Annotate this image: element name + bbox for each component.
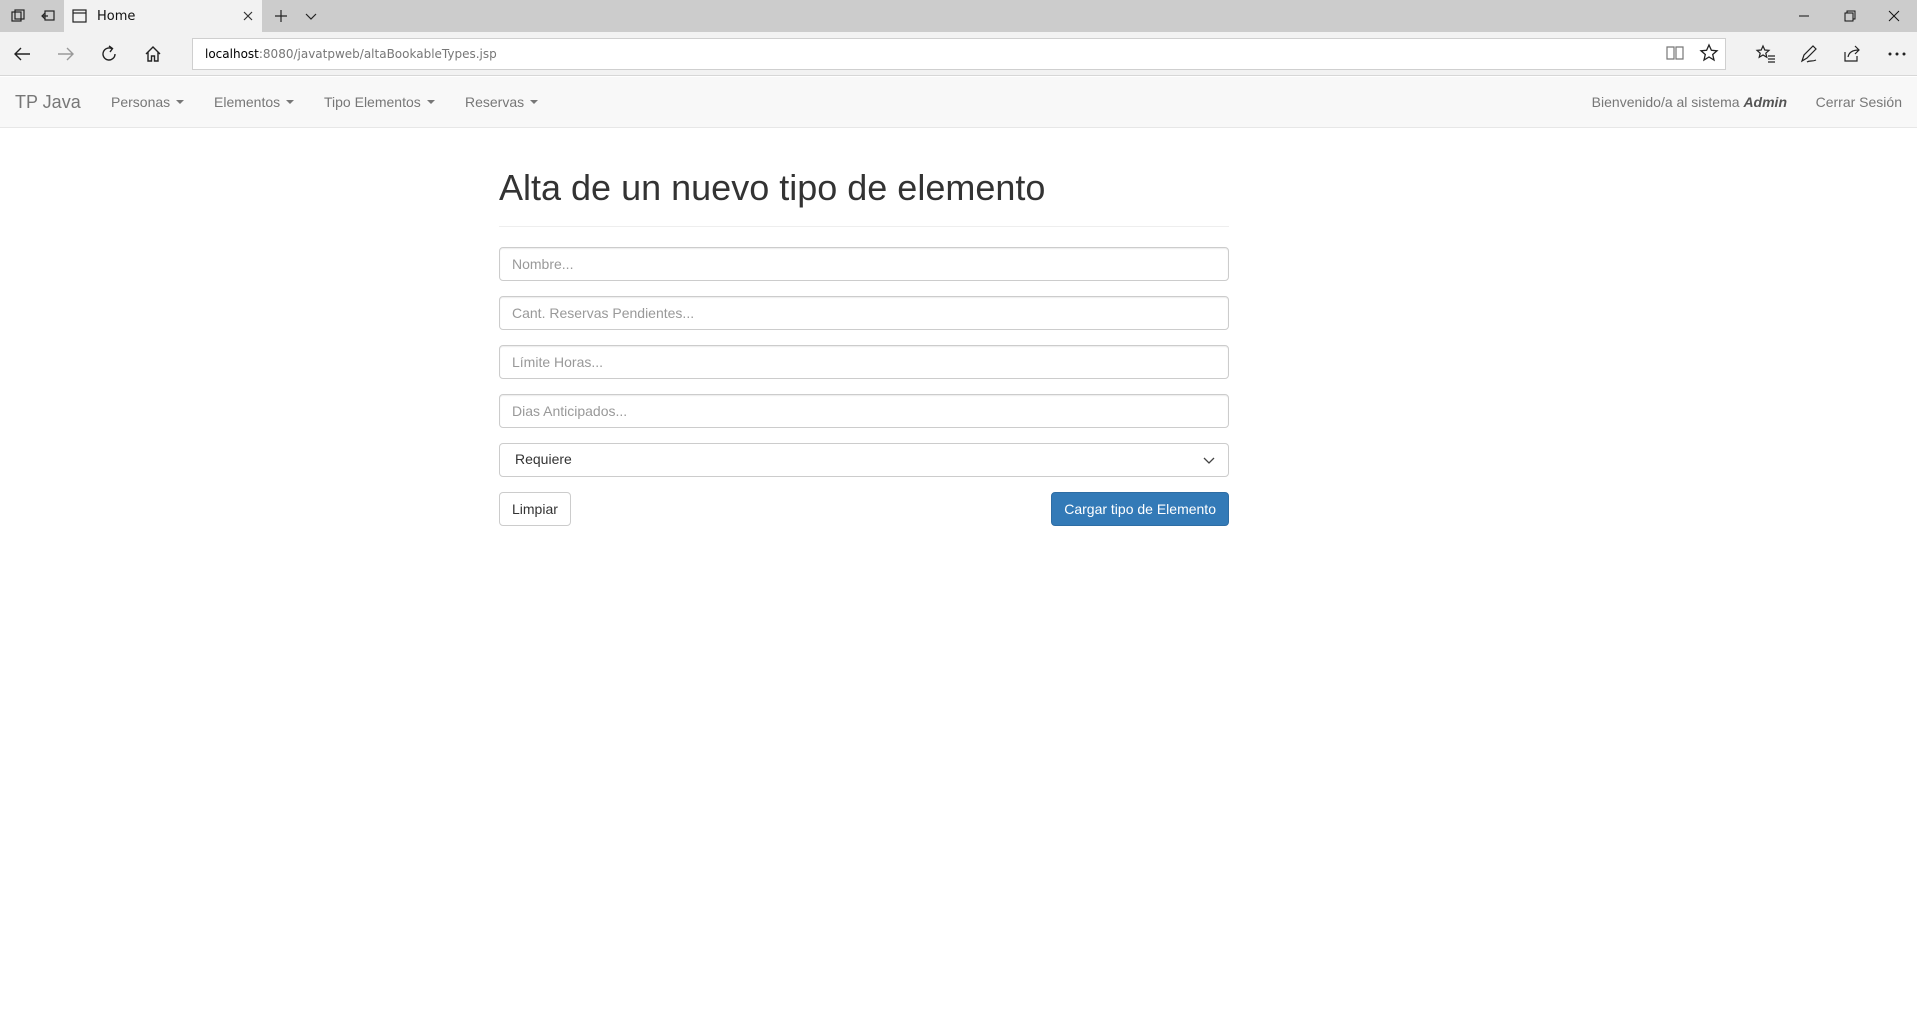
page-icon bbox=[72, 9, 87, 23]
nav-item-label: Elementos bbox=[214, 94, 281, 110]
new-tab-icon[interactable] bbox=[270, 0, 292, 32]
close-tab-icon[interactable] bbox=[240, 8, 256, 24]
nav-reservas-dropdown[interactable]: Reservas bbox=[465, 94, 539, 110]
nav-item-label: Reservas bbox=[465, 94, 525, 110]
bookable-type-form: Requiere Limpiar Cargar tipo de Elemento bbox=[499, 246, 1229, 526]
set-aside-tabs-icon[interactable] bbox=[34, 0, 62, 32]
nav-item-label: Personas bbox=[111, 94, 171, 110]
cant-reservas-pendientes-input[interactable] bbox=[499, 295, 1229, 330]
logout-link[interactable]: Cerrar Sesión bbox=[1816, 94, 1902, 110]
restore-icon[interactable] bbox=[1827, 0, 1873, 32]
page-title: Alta de un nuevo tipo de elemento bbox=[499, 168, 1229, 227]
home-icon[interactable] bbox=[137, 38, 169, 70]
submit-button[interactable]: Cargar tipo de Elemento bbox=[1051, 491, 1229, 526]
select-value: Requiere bbox=[515, 450, 572, 467]
caret-down-icon bbox=[530, 100, 539, 104]
minimize-icon[interactable] bbox=[1781, 0, 1827, 32]
reading-view-icon[interactable] bbox=[1665, 43, 1685, 66]
nav-personas-dropdown[interactable]: Personas bbox=[111, 94, 185, 110]
favorites-hub-icon[interactable] bbox=[1748, 38, 1784, 70]
tab-actions-icon[interactable] bbox=[4, 0, 32, 32]
welcome-text: Bienvenido/a al sistema bbox=[1591, 94, 1740, 110]
url-field[interactable]: localhost:8080/javatpweb/altaBookableTyp… bbox=[192, 38, 1726, 70]
web-note-pen-icon[interactable] bbox=[1791, 38, 1827, 70]
refresh-icon[interactable] bbox=[93, 38, 125, 70]
user-name: Admin bbox=[1743, 94, 1787, 110]
nav-item-label: Tipo Elementos bbox=[324, 94, 421, 110]
back-icon[interactable] bbox=[6, 38, 38, 70]
nav-tipo-elementos-dropdown[interactable]: Tipo Elementos bbox=[324, 94, 435, 110]
caret-down-icon bbox=[426, 100, 435, 104]
close-window-icon[interactable] bbox=[1871, 0, 1917, 32]
caret-down-icon bbox=[176, 100, 185, 104]
form-actions: Limpiar Cargar tipo de Elemento bbox=[499, 491, 1229, 526]
caret-down-icon bbox=[286, 100, 295, 104]
tab-home[interactable]: Home bbox=[64, 0, 262, 32]
nombre-input[interactable] bbox=[499, 246, 1229, 281]
brand-link[interactable]: TP Java bbox=[15, 92, 81, 113]
clear-button[interactable]: Limpiar bbox=[499, 491, 571, 526]
share-icon[interactable] bbox=[1834, 38, 1870, 70]
site-navbar: TP Java Personas Elementos Tipo Elemento… bbox=[0, 77, 1917, 128]
url-host: localhost bbox=[205, 47, 259, 61]
browser-address-bar: localhost:8080/javatpweb/altaBookableTyp… bbox=[0, 32, 1917, 76]
more-options-icon[interactable] bbox=[1879, 38, 1915, 70]
requiere-select[interactable]: Requiere bbox=[499, 442, 1229, 477]
nav-elementos-dropdown[interactable]: Elementos bbox=[214, 94, 295, 110]
chevron-down-icon bbox=[1202, 454, 1216, 470]
form-container: Alta de un nuevo tipo de elemento Requie… bbox=[499, 128, 1229, 526]
tab-title: Home bbox=[97, 8, 136, 24]
url-path: :8080/javatpweb/altaBookableTypes.jsp bbox=[258, 47, 497, 61]
favorite-star-icon[interactable] bbox=[1699, 43, 1719, 66]
tab-preview-chevron-icon[interactable] bbox=[300, 0, 322, 32]
forward-icon[interactable] bbox=[50, 38, 82, 70]
limite-horas-input[interactable] bbox=[499, 344, 1229, 379]
dias-anticipados-input[interactable] bbox=[499, 393, 1229, 428]
browser-tab-bar: Home bbox=[0, 0, 1917, 32]
welcome-message: Bienvenido/a al sistema Admin bbox=[1592, 94, 1787, 110]
